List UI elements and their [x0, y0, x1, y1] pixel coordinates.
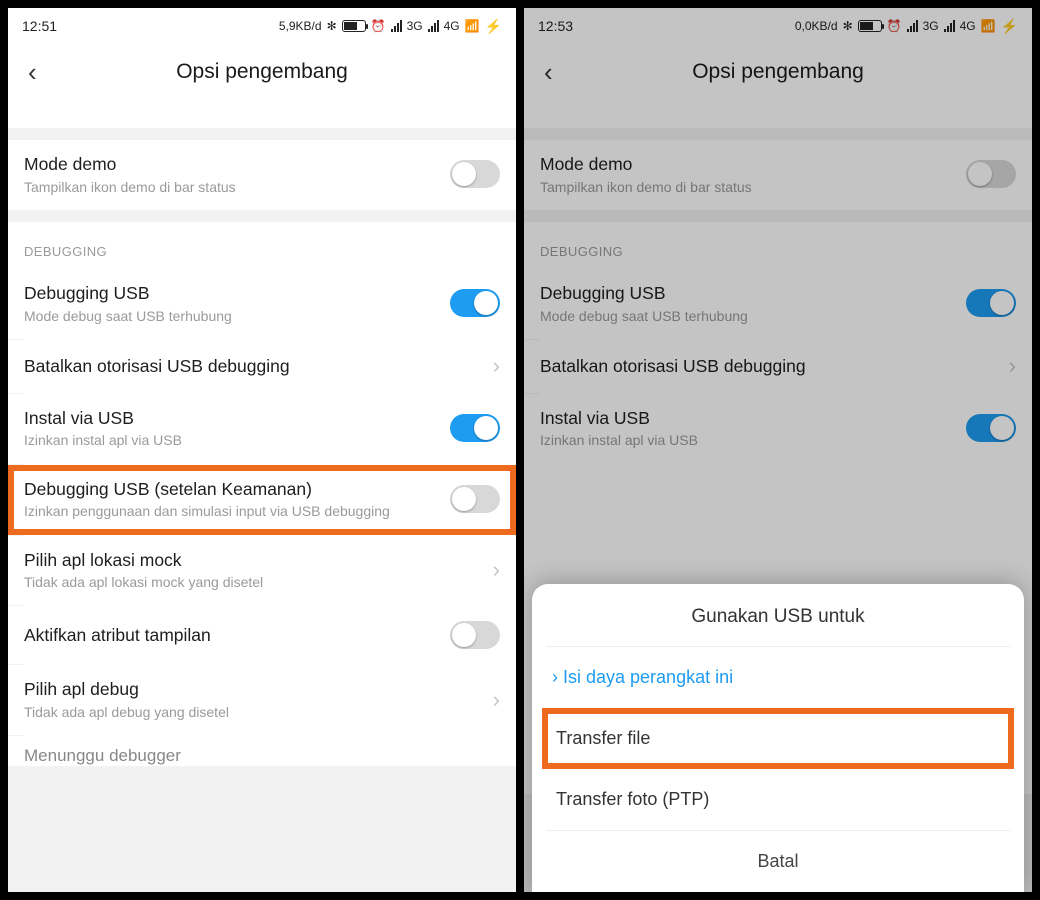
status-time: 12:53	[538, 18, 573, 34]
setting-title: Batalkan otorisasi USB debugging	[540, 355, 993, 378]
demo-mode-toggle[interactable]	[450, 160, 500, 188]
setting-title: Batalkan otorisasi USB debugging	[24, 355, 477, 378]
header: ‹ Opsi pengembang	[8, 44, 516, 100]
header: ‹ Opsi pengembang	[524, 44, 1032, 100]
setting-subtitle: Izinkan penggunaan dan simulasi input vi…	[24, 502, 438, 520]
setting-subtitle: Izinkan instal apl via USB	[540, 431, 954, 449]
view-attributes-toggle[interactable]	[450, 621, 500, 649]
setting-revoke-usb: Batalkan otorisasi USB debugging ›	[524, 340, 1032, 393]
setting-usb-debugging[interactable]: Debugging USB Mode debug saat USB terhub…	[8, 269, 516, 339]
setting-revoke-usb[interactable]: Batalkan otorisasi USB debugging ›	[8, 340, 516, 393]
section-debugging: DEBUGGING	[8, 222, 516, 269]
setting-title: Debugging USB	[24, 282, 438, 305]
setting-install-via-usb: Instal via USB Izinkan instal apl via US…	[524, 394, 1032, 464]
phone-right: 12:53 0,0KB/d ✻ ⏰ 3G 4G 📶 ⚡ ‹ Opsi penge…	[524, 8, 1032, 892]
signal-2-icon	[944, 20, 955, 32]
install-via-usb-toggle[interactable]	[450, 414, 500, 442]
chevron-right-icon: ›	[1005, 355, 1016, 377]
net-1: 3G	[407, 19, 423, 33]
setting-title: Instal via USB	[540, 407, 954, 430]
setting-mock-location[interactable]: Pilih apl lokasi mock Tidak ada apl loka…	[8, 536, 516, 606]
status-data-rate: 0,0KB/d	[795, 19, 838, 33]
battery-small-icon	[342, 20, 366, 32]
setting-demo-mode[interactable]: Mode demo Tampilkan ikon demo di bar sta…	[8, 140, 516, 210]
setting-usb-debugging: Debugging USB Mode debug saat USB terhub…	[524, 269, 1032, 339]
alarm-icon: ⏰	[887, 19, 902, 33]
signal-1-icon	[907, 20, 918, 32]
usb-option-ptp[interactable]: Transfer foto (PTP)	[532, 769, 1024, 830]
wifi-icon: 📶	[465, 19, 480, 33]
page-title: Opsi pengembang	[8, 60, 516, 84]
net-2: 4G	[960, 19, 976, 33]
setting-title: Debugging USB	[540, 282, 954, 305]
usb-debugging-toggle	[966, 289, 1016, 317]
back-button[interactable]: ‹	[536, 51, 561, 94]
setting-debug-app[interactable]: Pilih apl debug Tidak ada apl debug yang…	[8, 665, 516, 735]
status-right: 5,9KB/d ✻ ⏰ 3G 4G 📶 ⚡	[279, 18, 502, 35]
dialog-cancel-button[interactable]: Batal	[532, 831, 1024, 892]
setting-title: Instal via USB	[24, 407, 438, 430]
chevron-right-icon: ›	[489, 355, 500, 377]
phone-left: 12:51 5,9KB/d ✻ ⏰ 3G 4G 📶 ⚡ ‹ Opsi penge…	[8, 8, 516, 892]
alarm-icon: ⏰	[371, 19, 386, 33]
setting-wait-debugger[interactable]: Menunggu debugger	[8, 736, 516, 766]
chevron-right-icon: ›	[489, 689, 500, 711]
status-right: 0,0KB/d ✻ ⏰ 3G 4G 📶 ⚡	[795, 18, 1018, 35]
setting-install-via-usb[interactable]: Instal via USB Izinkan instal apl via US…	[8, 394, 516, 464]
status-bar: 12:51 5,9KB/d ✻ ⏰ 3G 4G 📶 ⚡	[8, 8, 516, 44]
bluetooth-icon: ✻	[843, 19, 853, 33]
page-title: Opsi pengembang	[524, 60, 1032, 84]
install-via-usb-toggle	[966, 414, 1016, 442]
section-debugging: DEBUGGING	[524, 222, 1032, 269]
setting-subtitle: Tidak ada apl lokasi mock yang disetel	[24, 573, 477, 591]
battery-small-icon	[858, 20, 882, 32]
status-data-rate: 5,9KB/d	[279, 19, 322, 33]
setting-subtitle: Mode debug saat USB terhubung	[540, 307, 954, 325]
wifi-icon: 📶	[981, 19, 996, 33]
signal-1-icon	[391, 20, 402, 32]
demo-mode-toggle	[966, 160, 1016, 188]
charging-icon: ⚡	[1001, 18, 1018, 35]
setting-subtitle: Izinkan instal apl via USB	[24, 431, 438, 449]
bluetooth-icon: ✻	[327, 19, 337, 33]
setting-view-attributes[interactable]: Aktifkan atribut tampilan	[8, 606, 516, 664]
setting-subtitle: Tampilkan ikon demo di bar status	[540, 178, 954, 196]
setting-title: Aktifkan atribut tampilan	[24, 624, 438, 647]
settings-list[interactable]: Mode demo Tampilkan ikon demo di bar sta…	[8, 100, 516, 892]
setting-title: Mode demo	[540, 153, 954, 176]
chevron-right-icon: ›	[489, 559, 500, 581]
setting-title: Pilih apl lokasi mock	[24, 549, 477, 572]
usb-option-transfer-file[interactable]: Transfer file	[542, 708, 1014, 769]
charging-icon: ⚡	[485, 18, 502, 35]
setting-title: Pilih apl debug	[24, 678, 477, 701]
setting-subtitle: Tidak ada apl debug yang disetel	[24, 703, 477, 721]
status-time: 12:51	[22, 18, 57, 34]
net-1: 3G	[923, 19, 939, 33]
net-2: 4G	[444, 19, 460, 33]
usb-debugging-toggle[interactable]	[450, 289, 500, 317]
setting-demo-mode: Mode demo Tampilkan ikon demo di bar sta…	[524, 140, 1032, 210]
usb-option-charge[interactable]: Isi daya perangkat ini	[532, 647, 1024, 708]
setting-title: Mode demo	[24, 153, 438, 176]
back-button[interactable]: ‹	[20, 51, 45, 94]
dialog-title: Gunakan USB untuk	[532, 606, 1024, 646]
status-bar: 12:53 0,0KB/d ✻ ⏰ 3G 4G 📶 ⚡	[524, 8, 1032, 44]
setting-subtitle: Tampilkan ikon demo di bar status	[24, 178, 438, 196]
usb-debugging-security-toggle[interactable]	[450, 485, 500, 513]
setting-usb-debugging-security[interactable]: Debugging USB (setelan Keamanan) Izinkan…	[8, 465, 516, 535]
setting-title: Debugging USB (setelan Keamanan)	[24, 478, 438, 501]
signal-2-icon	[428, 20, 439, 32]
setting-subtitle: Mode debug saat USB terhubung	[24, 307, 438, 325]
usb-dialog: Gunakan USB untuk Isi daya perangkat ini…	[524, 584, 1032, 892]
